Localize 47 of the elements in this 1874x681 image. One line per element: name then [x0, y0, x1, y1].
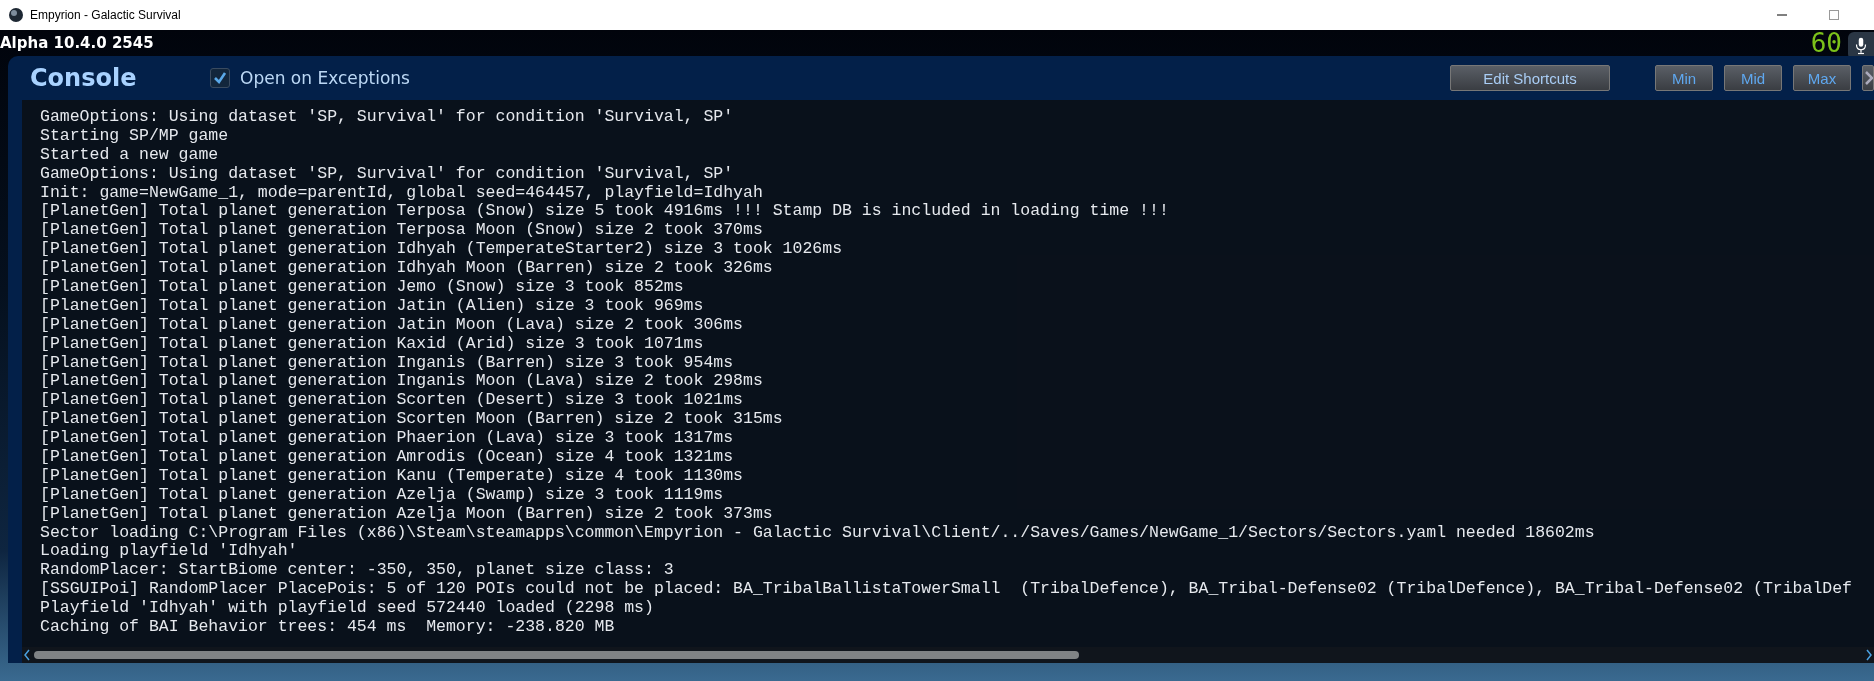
- app-icon: [8, 7, 24, 23]
- log-line: Starting SP/MP game: [40, 126, 230, 146]
- log-line: [PlanetGen] Total planet generation Idhyah Moon (Barren) size 2 took 326ms: [40, 259, 774, 278]
- log-line: [PlanetGen] Total planet generation Jatin Moon (Lava) size 2 took 306ms: [40, 315, 744, 335]
- log-line: Sector loading C:\Program Files (x86)\Steam\steamapps\common\Empyrion - Galactic Survival\Client/../Saves/Games/NewGame_1/Sectors/Sectors.yaml needed 18602ms: [40, 523, 1596, 543]
- console-title: Console: [30, 64, 138, 92]
- size-button[interactable]: Min: [1655, 65, 1713, 91]
- size-button[interactable]: Mid: [1724, 65, 1782, 91]
- log-line: [PlanetGen] Total planet generation Azelja (Swamp) size 3 took 1119ms: [40, 485, 725, 505]
- log-line: [PlanetGen] Total planet generation Jatin (Alien) size 3 took 969ms: [40, 296, 705, 316]
- log-line: [PlanetGen] Total planet generation Phaerion (Lava) size 3 took 1317ms: [40, 429, 735, 449]
- log-line: Init: game=NewGame_1, mode=parentId, global seed=464457, playfield=Idhyah: [40, 183, 764, 203]
- log-line: [PlanetGen] Total planet generation Jemo (Snow) size 3 took 852ms: [40, 278, 685, 297]
- scroll-left-icon[interactable]: [24, 649, 30, 661]
- log-line: [PlanetGen] Total planet generation Inganis (Barren) size 3 took 954ms: [40, 353, 735, 373]
- log-line: Loading playfield 'Idhyah': [40, 542, 299, 562]
- version-label: Alpha 10.4.0 2545: [0, 34, 154, 52]
- log-line: [PlanetGen] Total planet generation Scorten Moon (Barren) size 2 took 315ms: [40, 410, 784, 430]
- chevron-icon: [1865, 70, 1873, 86]
- log-line: [SSGUIPoi] RandomPlacer PlacePois: 5 of 120 POIs could not be placed: BA_TribalBallistaTowerSmall (TribalDefence), BA_Tribal-Defense02 (TribalDefence), BA_Tribal-Defense02 (TribalDef: [40, 580, 1853, 600]
- scroll-right-icon[interactable]: [1866, 649, 1872, 661]
- log-line: [PlanetGen] Total planet generation Azelja Moon (Barren) size 2 took 373ms: [40, 504, 774, 524]
- log-line: RandomPlacer: StartBiome center: -350, 350, planet size class: 3: [40, 561, 675, 581]
- log-line: [PlanetGen] Total planet generation Amrodis (Ocean) size 4 took 1321ms: [40, 448, 735, 467]
- checkbox[interactable]: [210, 68, 230, 88]
- scrollbar-thumb[interactable]: [34, 651, 1079, 659]
- microphone-icon: [1855, 37, 1867, 55]
- log-line: [PlanetGen] Total planet generation Terposa Moon (Snow) size 2 took 370ms: [40, 221, 764, 241]
- log-line: Playfield 'Idhyah' with playfield seed 572440 loaded (2298 ms): [40, 599, 655, 619]
- maximize-icon[interactable]: [1828, 9, 1840, 21]
- edit-shortcuts-button[interactable]: Edit Shortcuts: [1450, 65, 1610, 91]
- fps-counter: 60: [1810, 31, 1842, 55]
- log-line: [PlanetGen] Total planet generation Kaxid (Arid) size 3 took 1071ms: [40, 334, 705, 354]
- log-line: [PlanetGen] Total planet generation Kanu (Temperate) size 4 took 1130ms: [40, 466, 744, 486]
- checkbox-label: Open on Exceptions: [240, 68, 410, 88]
- log-line: [PlanetGen] Total planet generation Idhyah (TemperateStarter2) size 3 took 1026ms: [40, 240, 844, 260]
- log-line: [PlanetGen] Total planet generation Scorten (Desert) size 3 took 1021ms: [40, 391, 744, 411]
- size-button[interactable]: Max: [1793, 65, 1851, 91]
- window-title: Empyrion - Galactic Survival: [30, 8, 181, 22]
- log-line: [PlanetGen] Total planet generation Terposa (Snow) size 5 took 4916ms !!! Stamp DB is included in loading time !!!: [40, 202, 1170, 222]
- log-line: Caching of BAI Behavior trees: 454 ms Memory: -238.820 MB: [40, 618, 616, 637]
- horizontal-scrollbar[interactable]: [22, 647, 1874, 663]
- log-line: GameOptions: Using dataset 'SP, Survival' for condition 'Survival, SP': [40, 164, 735, 184]
- side-button[interactable]: [1862, 65, 1874, 91]
- log-line: [PlanetGen] Total planet generation Inganis Moon (Lava) size 2 took 298ms: [40, 372, 764, 392]
- log-line: GameOptions: Using dataset 'SP, Survival' for condition 'Survival, SP': [40, 108, 735, 127]
- log-line: Started a new game: [40, 145, 220, 165]
